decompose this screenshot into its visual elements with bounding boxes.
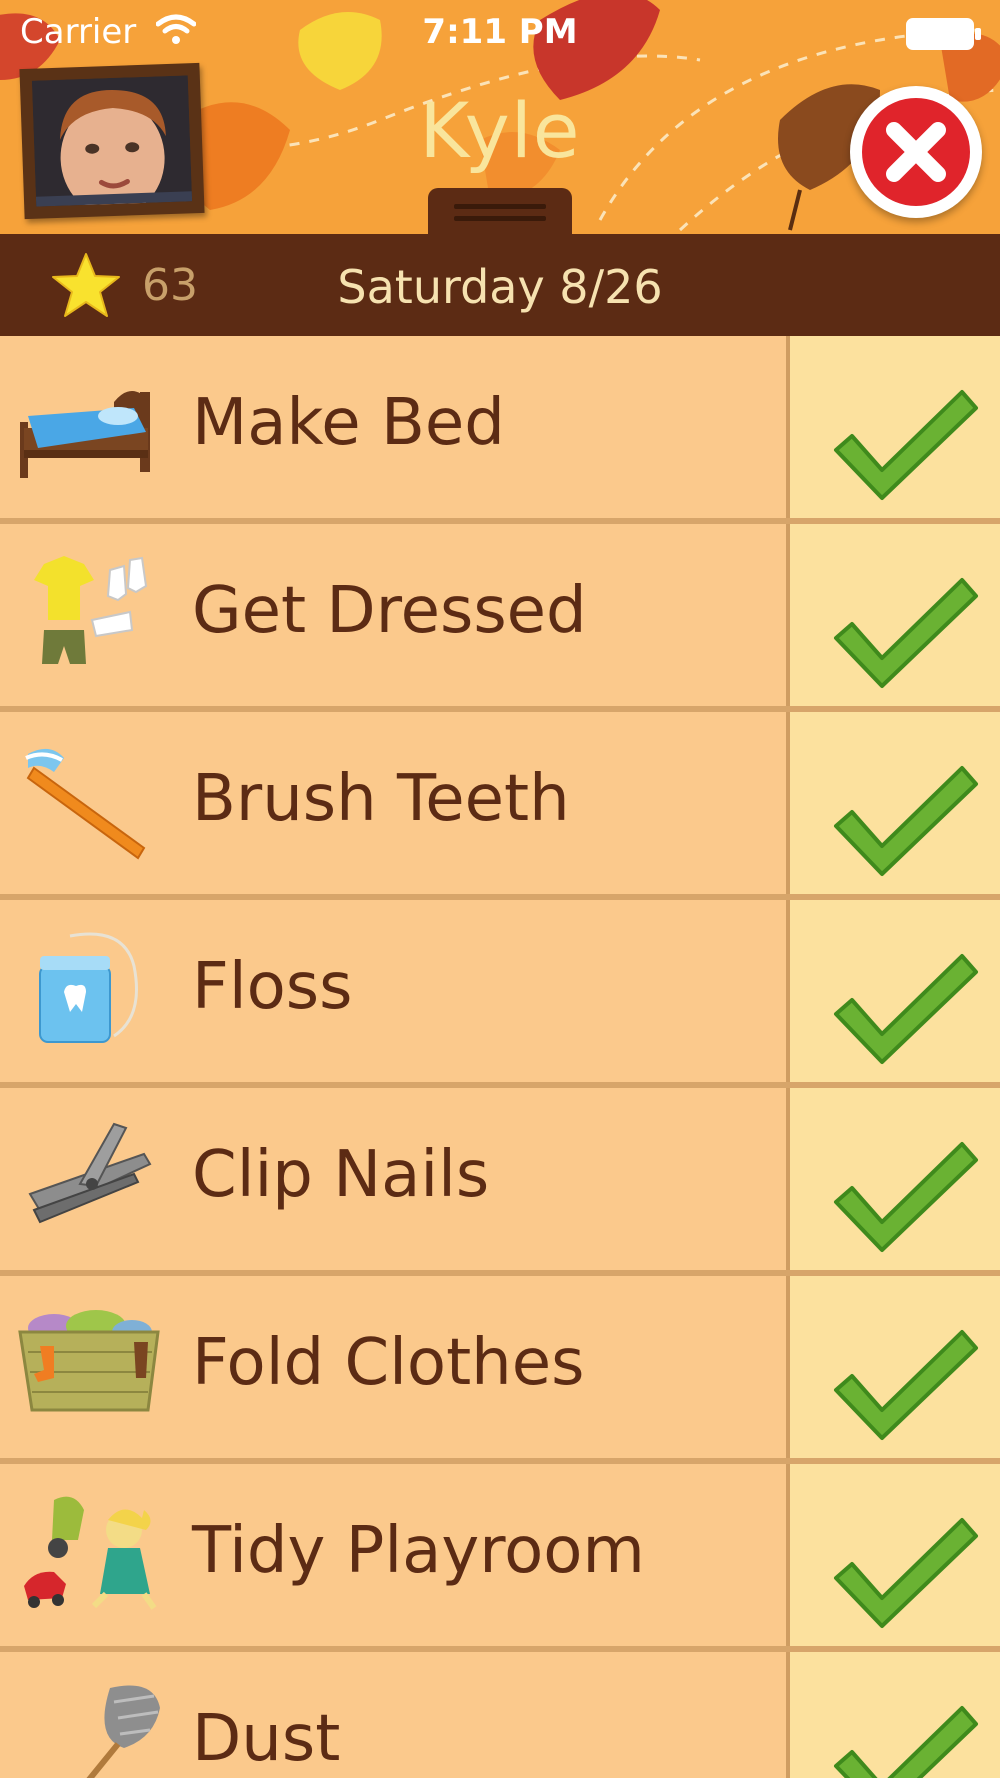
- chore-label: Clip Nails: [192, 1138, 490, 1212]
- laundry-basket-icon: [18, 1310, 160, 1412]
- chore-cell[interactable]: Get Dressed: [0, 524, 786, 706]
- checkmark-icon: [834, 1330, 978, 1440]
- chore-cell[interactable]: Fold Clothes: [0, 1276, 786, 1458]
- checkbox-cell[interactable]: [790, 712, 1000, 894]
- checkmark-icon: [834, 390, 978, 500]
- chore-row[interactable]: Dust: [0, 1652, 1000, 1778]
- checkmark-icon: [834, 954, 978, 1064]
- toothbrush-icon: [25, 748, 146, 860]
- chore-cell[interactable]: Make Bed: [0, 336, 786, 518]
- checkmark-icon: [834, 1142, 978, 1252]
- chore-cell[interactable]: Dust: [0, 1652, 786, 1778]
- chore-label: Fold Clothes: [192, 1326, 585, 1400]
- chore-label: Brush Teeth: [192, 762, 570, 836]
- chore-row[interactable]: Make Bed: [0, 336, 1000, 524]
- checkmark-icon: [834, 1518, 978, 1628]
- checkmark-icon: [834, 1706, 978, 1778]
- close-button[interactable]: [850, 86, 982, 218]
- chore-list: Make Bed Get Dressed Brush Teeth Floss C…: [0, 336, 1000, 1778]
- chore-chart-screen: Carrier 7:11 PM Kyle 63 Saturday 8/26 Ma…: [0, 0, 1000, 1778]
- chore-row[interactable]: Fold Clothes: [0, 1276, 1000, 1464]
- checkbox-cell[interactable]: [790, 1464, 1000, 1646]
- feather-duster-icon: [86, 1685, 160, 1778]
- checkbox-cell[interactable]: [790, 1652, 1000, 1778]
- bed-icon: [20, 391, 150, 478]
- status-time: 7:11 PM: [422, 12, 578, 52]
- header: Carrier 7:11 PM Kyle: [0, 0, 1000, 234]
- info-bar: 63 Saturday 8/26: [0, 234, 1000, 336]
- checkbox-cell[interactable]: [790, 524, 1000, 706]
- chore-row[interactable]: Get Dressed: [0, 524, 1000, 712]
- checkmark-icon: [834, 578, 978, 688]
- chore-label: Tidy Playroom: [192, 1514, 645, 1588]
- close-icon: [862, 98, 970, 206]
- clothes-icon: [34, 556, 148, 664]
- chore-row[interactable]: Clip Nails: [0, 1088, 1000, 1276]
- battery-icon: [906, 18, 981, 50]
- chore-cell[interactable]: Clip Nails: [0, 1088, 786, 1270]
- chore-cell[interactable]: Tidy Playroom: [0, 1464, 786, 1646]
- floss-icon: [39, 932, 138, 1043]
- toys-icon: [24, 1496, 157, 1610]
- chore-row[interactable]: Brush Teeth: [0, 712, 1000, 900]
- drawer-handle[interactable]: [428, 188, 572, 234]
- checkbox-cell[interactable]: [790, 900, 1000, 1082]
- chore-label: Floss: [192, 950, 353, 1024]
- chore-cell[interactable]: Brush Teeth: [0, 712, 786, 894]
- chore-label: Dust: [192, 1702, 341, 1776]
- chore-label: Make Bed: [192, 386, 505, 460]
- date-label[interactable]: Saturday 8/26: [0, 260, 1000, 314]
- checkbox-cell[interactable]: [790, 1088, 1000, 1270]
- checkmark-icon: [834, 766, 978, 876]
- chore-label: Get Dressed: [192, 574, 587, 648]
- checkbox-cell[interactable]: [790, 1276, 1000, 1458]
- chore-row[interactable]: Floss: [0, 900, 1000, 1088]
- chore-cell[interactable]: Floss: [0, 900, 786, 1082]
- checkbox-cell[interactable]: [790, 336, 1000, 518]
- nail-clipper-icon: [28, 1122, 152, 1224]
- status-bar: Carrier 7:11 PM: [0, 0, 1000, 64]
- chore-row[interactable]: Tidy Playroom: [0, 1464, 1000, 1652]
